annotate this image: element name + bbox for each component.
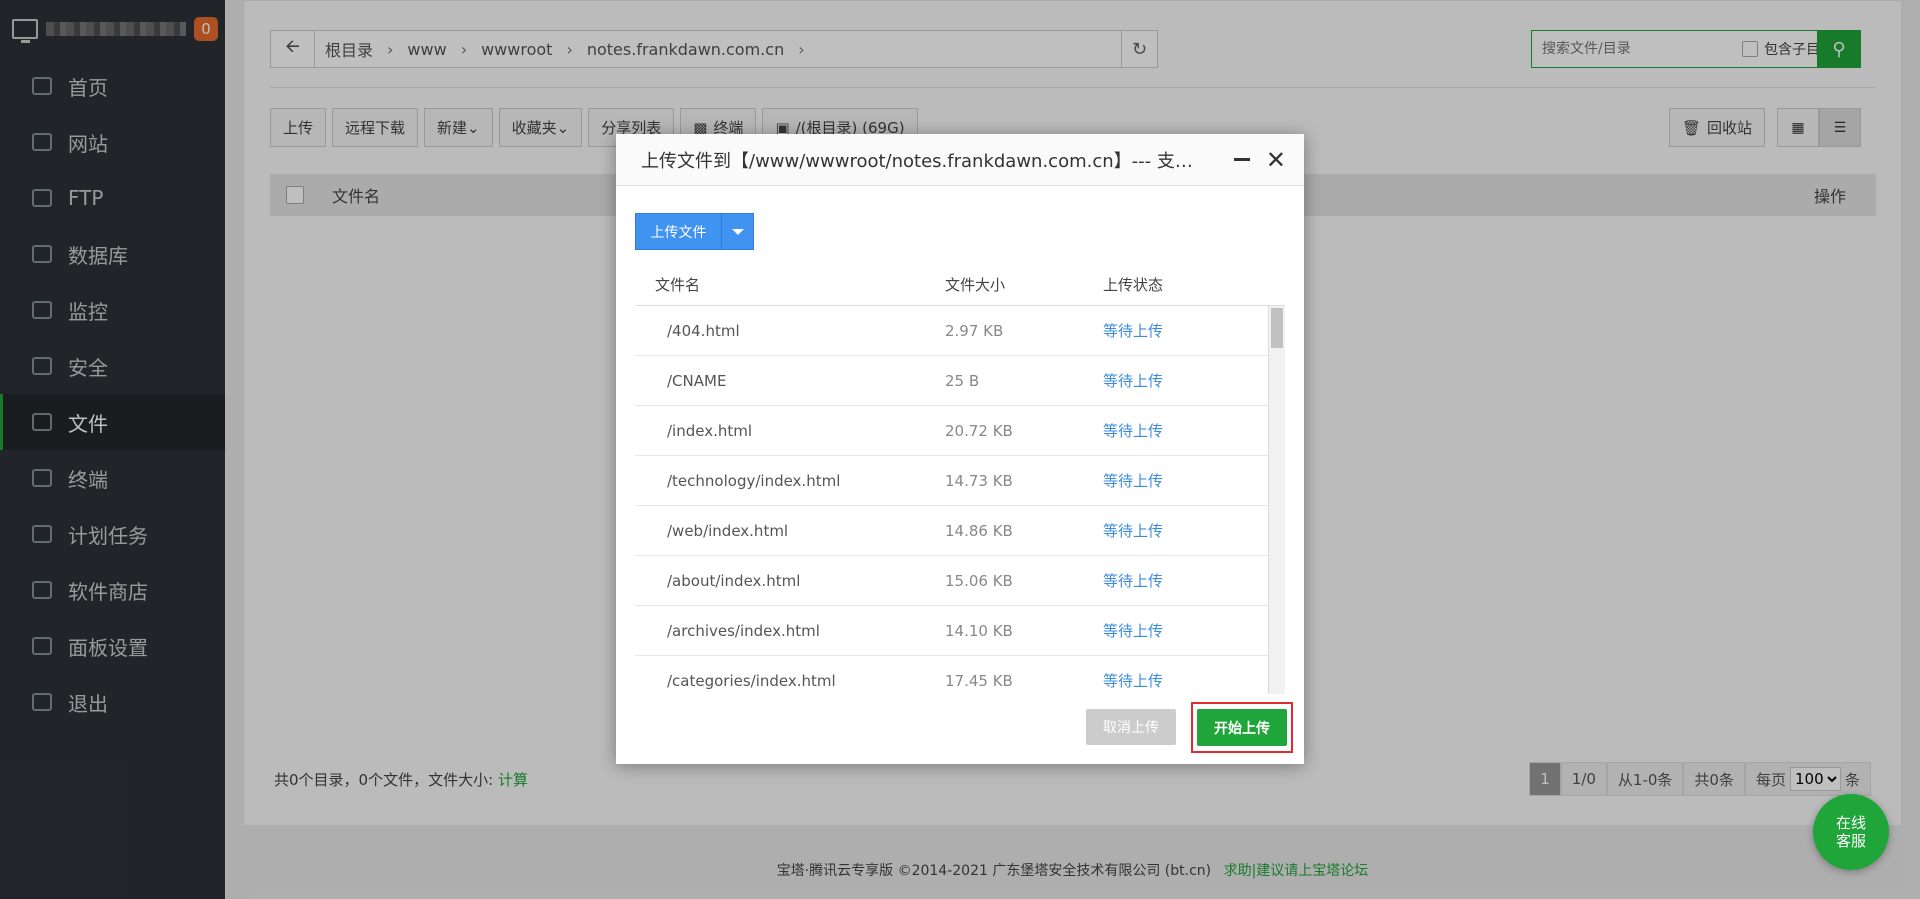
upload-status: 等待上传 bbox=[1103, 622, 1164, 640]
file-size: 20.72 KB bbox=[945, 421, 1013, 440]
file-size: 14.10 KB bbox=[945, 621, 1013, 640]
scrollbar-thumb[interactable] bbox=[1271, 308, 1283, 348]
upload-file-list: /404.html 2.97 KB 等待上传/CNAME 25 B 等待上传/index… bbox=[635, 306, 1285, 694]
file-size: 17.45 KB bbox=[945, 671, 1013, 690]
upload-row: /technology/index.html 14.73 KB 等待上传 bbox=[635, 456, 1285, 506]
upload-row: /categories/index.html 17.45 KB 等待上传 bbox=[635, 656, 1285, 694]
upload-file-split-button: 上传文件 bbox=[635, 213, 754, 250]
minimize-icon[interactable] bbox=[1234, 158, 1250, 161]
upload-status: 等待上传 bbox=[1103, 322, 1164, 340]
file-size: 14.73 KB bbox=[945, 471, 1013, 490]
service-line1: 在线 bbox=[1835, 814, 1866, 832]
upload-row: /404.html 2.97 KB 等待上传 bbox=[635, 306, 1285, 356]
upload-status: 等待上传 bbox=[1103, 372, 1164, 390]
file-size: 25 B bbox=[945, 371, 980, 390]
file-size: 2.97 KB bbox=[945, 321, 1004, 340]
file-size: 14.86 KB bbox=[945, 521, 1013, 540]
upload-row: /archives/index.html 14.10 KB 等待上传 bbox=[635, 606, 1285, 656]
file-name: /CNAME bbox=[667, 371, 727, 390]
file-name: /technology/index.html bbox=[667, 471, 841, 490]
file-name: /archives/index.html bbox=[667, 621, 820, 640]
online-service-button[interactable]: 在线 客服 bbox=[1813, 794, 1889, 870]
dialog-title: 上传文件到【/www/wwwroot/notes.frankdawn.com.c… bbox=[641, 150, 1201, 172]
service-line2: 客服 bbox=[1835, 832, 1866, 850]
file-name: /web/index.html bbox=[667, 521, 789, 540]
file-name: /index.html bbox=[667, 421, 753, 440]
cancel-upload-button[interactable]: 取消上传 bbox=[1086, 709, 1176, 745]
upload-dialog: 上传文件到【/www/wwwroot/notes.frankdawn.com.c… bbox=[616, 134, 1304, 764]
upload-file-button[interactable]: 上传文件 bbox=[635, 213, 721, 250]
caret-down-icon bbox=[731, 228, 744, 235]
upload-options-dropdown[interactable] bbox=[721, 213, 754, 250]
upload-row: /about/index.html 15.06 KB 等待上传 bbox=[635, 556, 1285, 606]
file-name: /about/index.html bbox=[667, 571, 801, 590]
col-status: 上传状态 bbox=[1103, 276, 1164, 294]
col-name: 文件名 bbox=[655, 276, 701, 294]
upload-status: 等待上传 bbox=[1103, 422, 1164, 440]
start-upload-button[interactable]: 开始上传 bbox=[1197, 709, 1287, 746]
scrollbar[interactable] bbox=[1268, 306, 1285, 694]
upload-row: /CNAME 25 B 等待上传 bbox=[635, 356, 1285, 406]
upload-table-header: 文件名 文件大小 上传状态 bbox=[635, 264, 1285, 306]
col-size: 文件大小 bbox=[945, 276, 1006, 294]
file-size: 15.06 KB bbox=[945, 571, 1013, 590]
upload-status: 等待上传 bbox=[1103, 472, 1164, 490]
close-icon[interactable]: ✕ bbox=[1266, 146, 1286, 174]
upload-status: 等待上传 bbox=[1103, 522, 1164, 540]
dialog-title-bar: 上传文件到【/www/wwwroot/notes.frankdawn.com.c… bbox=[616, 134, 1304, 186]
upload-status: 等待上传 bbox=[1103, 572, 1164, 590]
upload-row: /web/index.html 14.86 KB 等待上传 bbox=[635, 506, 1285, 556]
upload-row: /index.html 20.72 KB 等待上传 bbox=[635, 406, 1285, 456]
upload-status: 等待上传 bbox=[1103, 672, 1164, 690]
file-name: /categories/index.html bbox=[667, 671, 836, 690]
file-name: /404.html bbox=[667, 321, 740, 340]
highlight-box: 开始上传 bbox=[1191, 702, 1293, 753]
